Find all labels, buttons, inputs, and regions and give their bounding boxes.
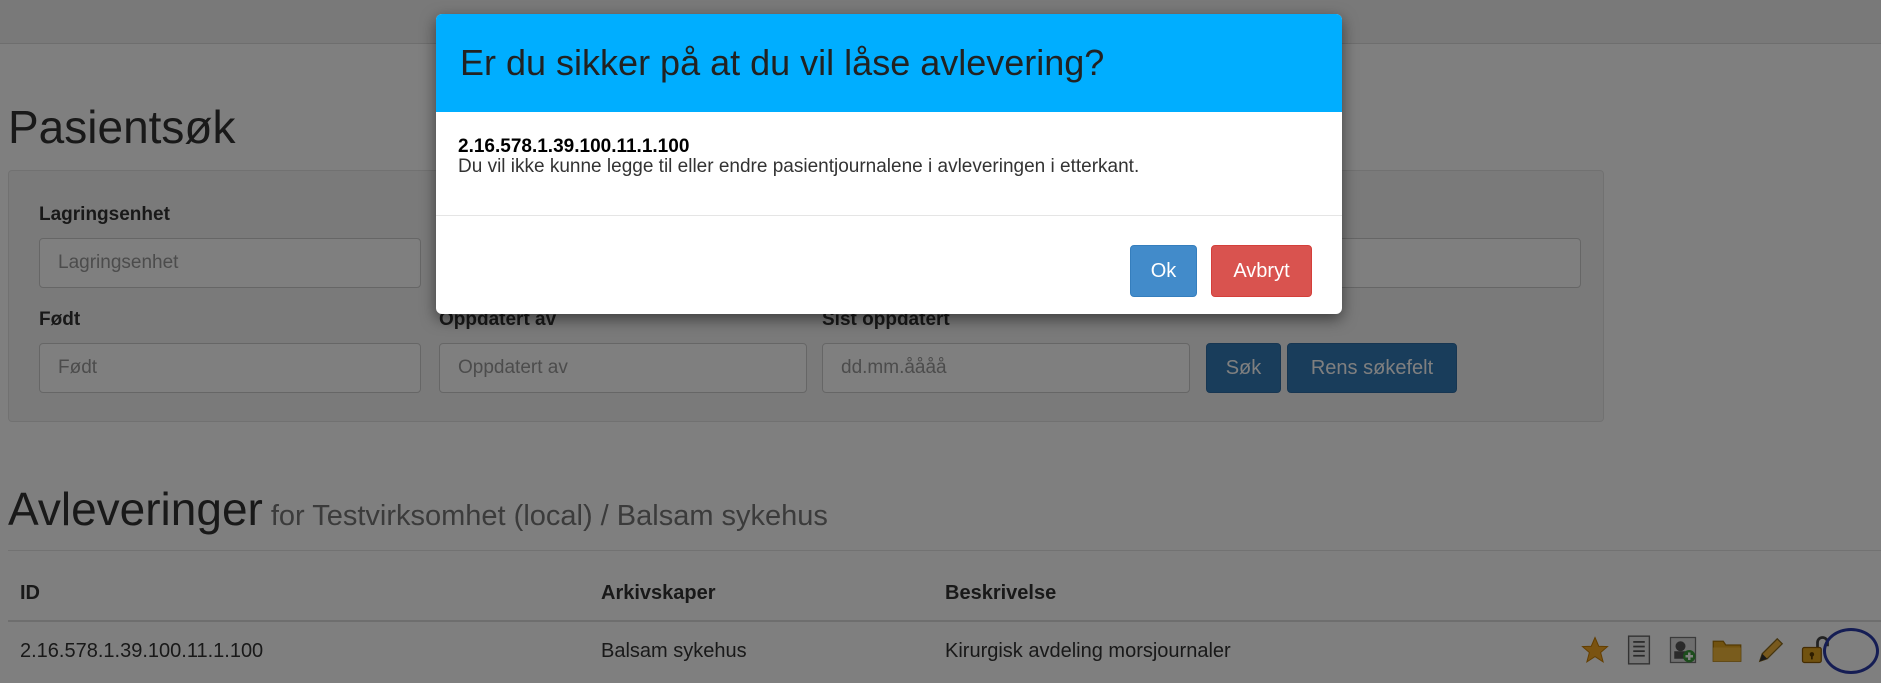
modal-footer: Ok Avbryt — [436, 216, 1342, 314]
confirm-lock-dialog: Er du sikker på at du vil låse avleverin… — [436, 14, 1342, 314]
modal-title: Er du sikker på at du vil låse avleverin… — [460, 42, 1105, 83]
modal-header: Er du sikker på at du vil låse avleverin… — [436, 14, 1342, 112]
ok-button[interactable]: Ok — [1130, 245, 1197, 297]
modal-delivery-id: 2.16.578.1.39.100.11.1.100 — [458, 136, 690, 157]
modal-body: 2.16.578.1.39.100.11.1.100 Du vil ikke k… — [436, 112, 1342, 216]
modal-message: Du vil ikke kunne legge til eller endre … — [458, 156, 1140, 177]
cancel-button[interactable]: Avbryt — [1211, 245, 1312, 297]
